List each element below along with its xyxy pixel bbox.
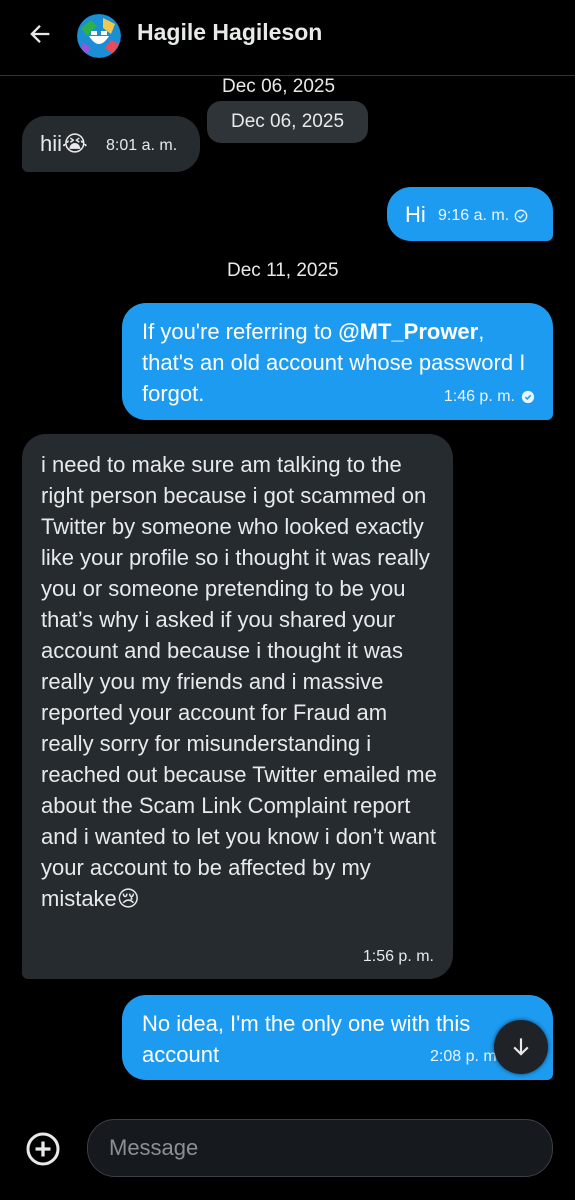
mention-link[interactable]: @MT_Prower	[338, 319, 478, 344]
read-check-icon	[521, 390, 535, 404]
dm-conversation: Hagile Hagileson Dec 06, 2025 hii😭 8:01 …	[0, 0, 575, 1200]
message-bubble-outgoing[interactable]: If you're referring to @MT_Prower, that'…	[122, 303, 553, 420]
arrow-down-icon	[513, 1038, 529, 1056]
message-timestamp: 8:01 a. m.	[106, 137, 178, 154]
scroll-to-bottom-button[interactable]	[494, 1020, 548, 1074]
sent-check-icon	[514, 209, 528, 223]
plus-circle-icon	[26, 1132, 60, 1166]
date-separator: Dec 11, 2025	[227, 260, 339, 281]
message-text-part: If you're referring to	[142, 319, 339, 344]
conversation-header: Hagile Hagileson	[0, 0, 575, 76]
message-meta: 1:46 p. m.	[444, 387, 535, 407]
message-text: hii😭	[40, 131, 88, 156]
message-timestamp: 1:46 p. m.	[443, 388, 515, 405]
add-attachment-button[interactable]	[24, 1130, 62, 1168]
message-bubble-outgoing[interactable]: Hi 9:16 a. m.	[387, 187, 553, 241]
message-timestamp: 2:08 p. m.	[430, 1048, 502, 1065]
message-timestamp: 9:16 a. m.	[438, 207, 510, 224]
message-timestamp: 1:56 p. m.	[362, 948, 434, 965]
back-button[interactable]	[18, 14, 62, 54]
message-text: i need to make sure am talking to the ri…	[41, 452, 437, 911]
message-bubble-incoming[interactable]: hii😭 8:01 a. m.	[22, 116, 200, 172]
avatar[interactable]	[77, 14, 121, 58]
date-pill: Dec 06, 2025	[207, 101, 368, 143]
date-separator: Dec 06, 2025	[222, 76, 336, 97]
arrow-left-icon	[30, 25, 50, 43]
message-bubble-incoming[interactable]: i need to make sure am talking to the ri…	[22, 434, 453, 979]
message-meta: 9:16 a. m.	[438, 206, 528, 226]
contact-name[interactable]: Hagile Hagileson	[137, 19, 322, 46]
message-text: Hi	[405, 202, 426, 227]
message-bubble-outgoing[interactable]: No idea, I'm the only one with this acco…	[122, 995, 553, 1080]
message-input[interactable]	[87, 1119, 553, 1177]
